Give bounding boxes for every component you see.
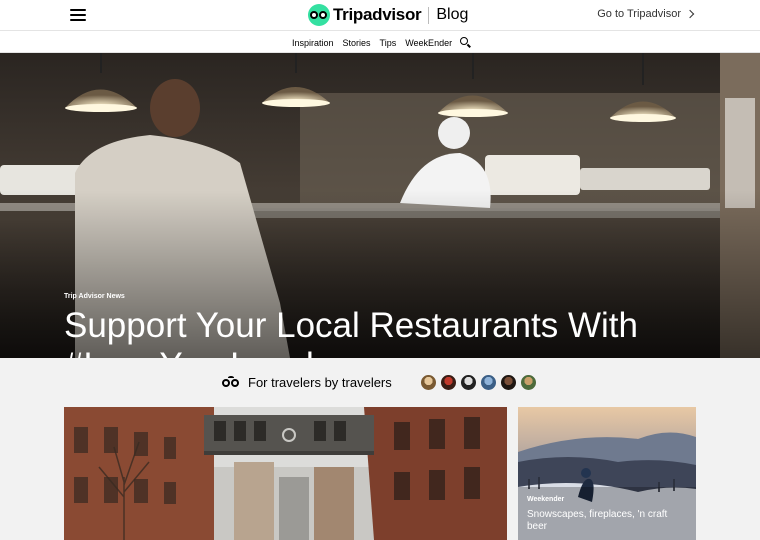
chevron-right-icon bbox=[685, 9, 695, 19]
avatar bbox=[500, 374, 517, 391]
hero-title: Support Your Local Restaurants With #Lov… bbox=[64, 306, 638, 358]
tagline-text: For travelers by travelers bbox=[248, 375, 392, 390]
nav-link-stories[interactable]: Stories bbox=[343, 38, 371, 48]
brand-logo-link[interactable]: Tripadvisor Blog bbox=[308, 3, 468, 27]
avatar bbox=[520, 374, 537, 391]
hero-carousel[interactable]: Trip Advisor News Support Your Local Res… bbox=[0, 53, 760, 358]
brand-name: Tripadvisor bbox=[333, 5, 422, 24]
featured-article-card[interactable] bbox=[64, 407, 507, 540]
avatar bbox=[460, 374, 477, 391]
menu-icon[interactable] bbox=[70, 9, 86, 22]
tripadvisor-owl-icon bbox=[308, 4, 330, 26]
search-icon[interactable] bbox=[460, 37, 472, 48]
category-nav: Inspiration Stories Tips WeekEnder bbox=[0, 31, 760, 53]
owl-eyes-icon bbox=[222, 375, 240, 389]
tagline: For travelers by travelers bbox=[222, 375, 392, 390]
brand-divider bbox=[428, 6, 430, 24]
article-card[interactable]: Weekender Snowscapes, fireplaces, 'n cra… bbox=[518, 407, 696, 540]
article-category: Weekender bbox=[527, 496, 565, 503]
nav-link-tips[interactable]: Tips bbox=[380, 38, 397, 48]
go-to-tripadvisor-link[interactable]: Go to Tripadvisor bbox=[597, 8, 695, 20]
hero-category: Trip Advisor News bbox=[64, 293, 125, 300]
top-header: Tripadvisor Blog Go to Tripadvisor bbox=[0, 0, 760, 31]
avatar bbox=[480, 374, 497, 391]
article-title: Snowscapes, fireplaces, 'n craft beer bbox=[527, 509, 668, 532]
traveler-avatars bbox=[420, 374, 540, 391]
avatar bbox=[440, 374, 457, 391]
nav-link-weekender[interactable]: WeekEnder bbox=[405, 38, 452, 48]
section-name: Blog bbox=[436, 6, 469, 23]
go-to-tripadvisor-label: Go to Tripadvisor bbox=[597, 8, 681, 20]
nav-link-inspiration[interactable]: Inspiration bbox=[292, 38, 334, 48]
featured-article-image bbox=[64, 407, 507, 540]
avatar bbox=[420, 374, 437, 391]
